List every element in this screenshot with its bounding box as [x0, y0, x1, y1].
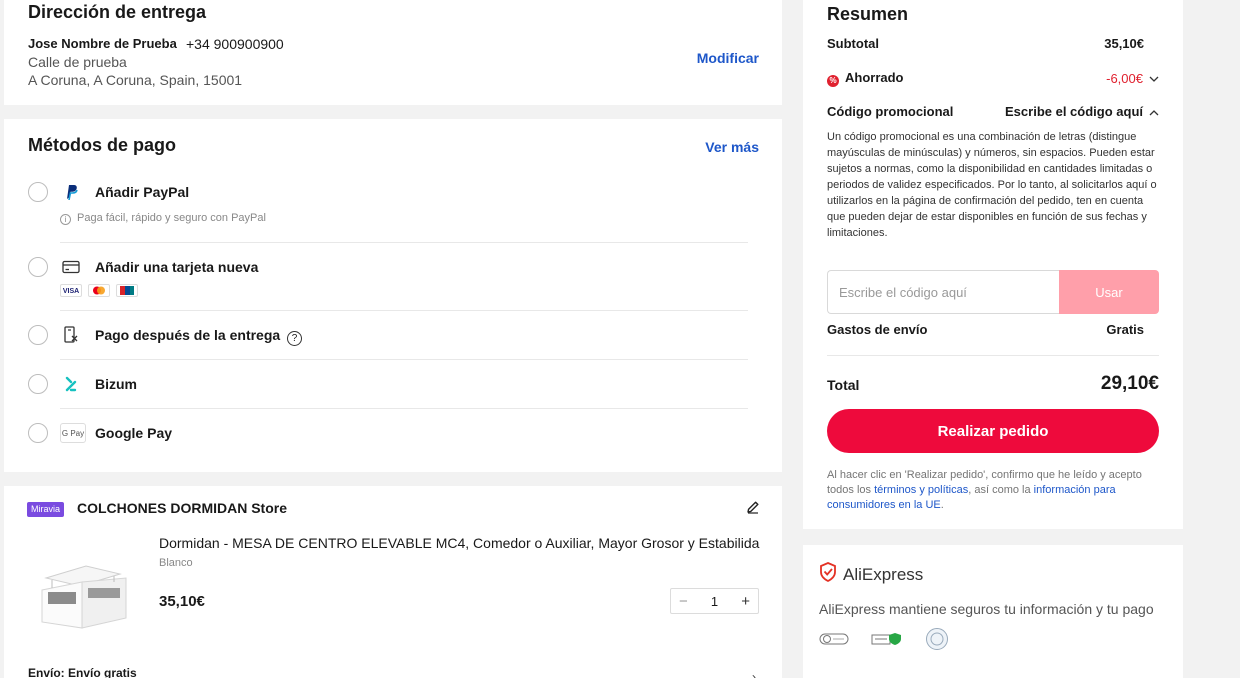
discount-icon: %: [827, 75, 839, 87]
paypal-radio[interactable]: [28, 182, 48, 202]
legal-notice: Al hacer clic en 'Realizar pedido', conf…: [827, 468, 1162, 513]
googlepay-label: Google Pay: [95, 425, 173, 441]
cod-label-text: Pago después de la entrega: [95, 327, 281, 343]
modify-address-link[interactable]: Modificar: [697, 50, 759, 66]
address-line-1: Calle de prueba: [28, 54, 127, 70]
chevron-up-icon[interactable]: [1149, 104, 1159, 119]
visa-icon: VISA: [60, 284, 82, 297]
googlepay-radio[interactable]: [28, 423, 48, 443]
payment-methods-card: Métodos de pago Ver más Añadir PayPal iP…: [4, 119, 782, 472]
security-badge-3-icon: [925, 628, 949, 650]
aliexpress-brand: AliExpress: [819, 562, 923, 587]
chevron-down-icon[interactable]: [1149, 71, 1159, 86]
google-pay-icon: G Pay: [60, 423, 86, 443]
saved-row[interactable]: % Ahorrado -6,00€: [827, 70, 1159, 87]
store-card: Miravia COLCHONES DORMIDAN Store Dormida…: [4, 486, 782, 678]
recipient-phone: +34 900900900: [186, 36, 284, 52]
chevron-right-icon[interactable]: ›: [752, 670, 756, 678]
shipping-info: Envío: Envío gratis: [28, 666, 137, 678]
apply-promo-button[interactable]: Usar: [1059, 270, 1159, 314]
saved-value: -6,00€: [1106, 71, 1143, 86]
promo-code-toggle[interactable]: Escribe el código aquí: [1005, 104, 1143, 119]
subtotal-row: Subtotal 35,10€: [827, 36, 1144, 51]
increase-button[interactable]: +: [741, 593, 750, 610]
card-radio[interactable]: [28, 257, 48, 277]
store-badge: Miravia: [27, 502, 64, 517]
bizum-icon: [60, 374, 82, 394]
product-price: 35,10€: [159, 593, 205, 610]
legal-text-3: .: [940, 499, 944, 511]
edit-pencil-icon[interactable]: [746, 500, 760, 518]
terms-link[interactable]: términos y políticas: [874, 484, 968, 496]
quantity-value[interactable]: 1: [711, 594, 718, 609]
divider: [60, 359, 748, 360]
credit-card-icon: [60, 257, 82, 277]
see-more-payment-link[interactable]: Ver más: [705, 139, 759, 155]
product-image[interactable]: [28, 552, 144, 648]
aliexpress-brand-name: AliExpress: [843, 564, 924, 584]
security-card: AliExpress AliExpress mantiene seguros t…: [803, 545, 1183, 678]
place-order-button[interactable]: Realizar pedido: [827, 409, 1159, 453]
delivery-address-title: Dirección de entrega: [28, 2, 207, 22]
security-badge-2-icon: [871, 631, 903, 647]
total-value: 29,10€: [1100, 373, 1159, 394]
promo-code-label: Código promocional: [827, 104, 954, 119]
address-line-2: A Coruna, A Coruna, Spain, 15001: [28, 72, 243, 88]
promo-code-description: Un código promocional es una combinación…: [827, 131, 1157, 239]
cash-on-delivery-icon: [60, 325, 82, 345]
divider: [60, 310, 748, 311]
security-badges: [819, 628, 949, 650]
paypal-subtext: i Paga fácil, rápido y seguro con PayPal: [60, 212, 266, 225]
subtotal-value: 35,10€: [1104, 36, 1144, 51]
paypal-icon: [60, 182, 82, 202]
mastercard-icon: [88, 284, 110, 297]
unionpay-icon: [116, 284, 138, 297]
divider: [60, 242, 748, 243]
shield-icon: [819, 562, 837, 587]
accepted-cards: VISA: [60, 284, 140, 297]
security-text: AliExpress mantiene seguros tu informaci…: [819, 601, 1154, 617]
shipping-row: Gastos de envío Gratis: [827, 322, 1144, 337]
security-badge-1-icon: [819, 631, 849, 647]
subtotal-label: Subtotal: [827, 36, 879, 51]
paypal-label: Añadir PayPal: [95, 184, 190, 200]
cod-label: Pago después de la entrega ?: [95, 327, 303, 346]
paypal-subtext-label: Paga fácil, rápido y seguro con PayPal: [77, 212, 266, 224]
divider: [60, 408, 748, 409]
recipient-name: Jose Nombre de Prueba: [28, 36, 177, 51]
legal-text-2: , así como la: [968, 484, 1034, 496]
store-name[interactable]: COLCHONES DORMIDAN Store: [77, 500, 287, 516]
bizum-label: Bizum: [95, 376, 137, 392]
promo-code-row[interactable]: Código promocional Escribe el código aqu…: [827, 104, 1159, 119]
divider: [827, 355, 1159, 356]
info-icon: i: [60, 214, 71, 225]
promo-code-input[interactable]: [827, 270, 1060, 314]
order-summary-card: Resumen Subtotal 35,10€ % Ahorrado -6,00€…: [803, 0, 1183, 529]
summary-title: Resumen: [827, 4, 909, 24]
shipping-label: Gastos de envío: [827, 322, 928, 337]
decrease-button[interactable]: −: [679, 593, 688, 610]
product-title[interactable]: Dormidan - MESA DE CENTRO ELEVABLE MC4, …: [159, 535, 760, 551]
product-variant: Blanco: [159, 557, 193, 569]
saved-label: Ahorrado: [845, 70, 904, 85]
shipping-value: Gratis: [1106, 322, 1144, 337]
cod-radio[interactable]: [28, 325, 48, 345]
delivery-address-card: Dirección de entrega Jose Nombre de Prue…: [4, 0, 782, 105]
bizum-radio[interactable]: [28, 374, 48, 394]
total-label: Total: [827, 377, 860, 393]
payment-methods-title: Métodos de pago: [28, 135, 176, 155]
help-icon[interactable]: ?: [287, 331, 303, 346]
quantity-stepper[interactable]: − 1 +: [670, 588, 759, 614]
card-label: Añadir una tarjeta nueva: [95, 259, 259, 275]
